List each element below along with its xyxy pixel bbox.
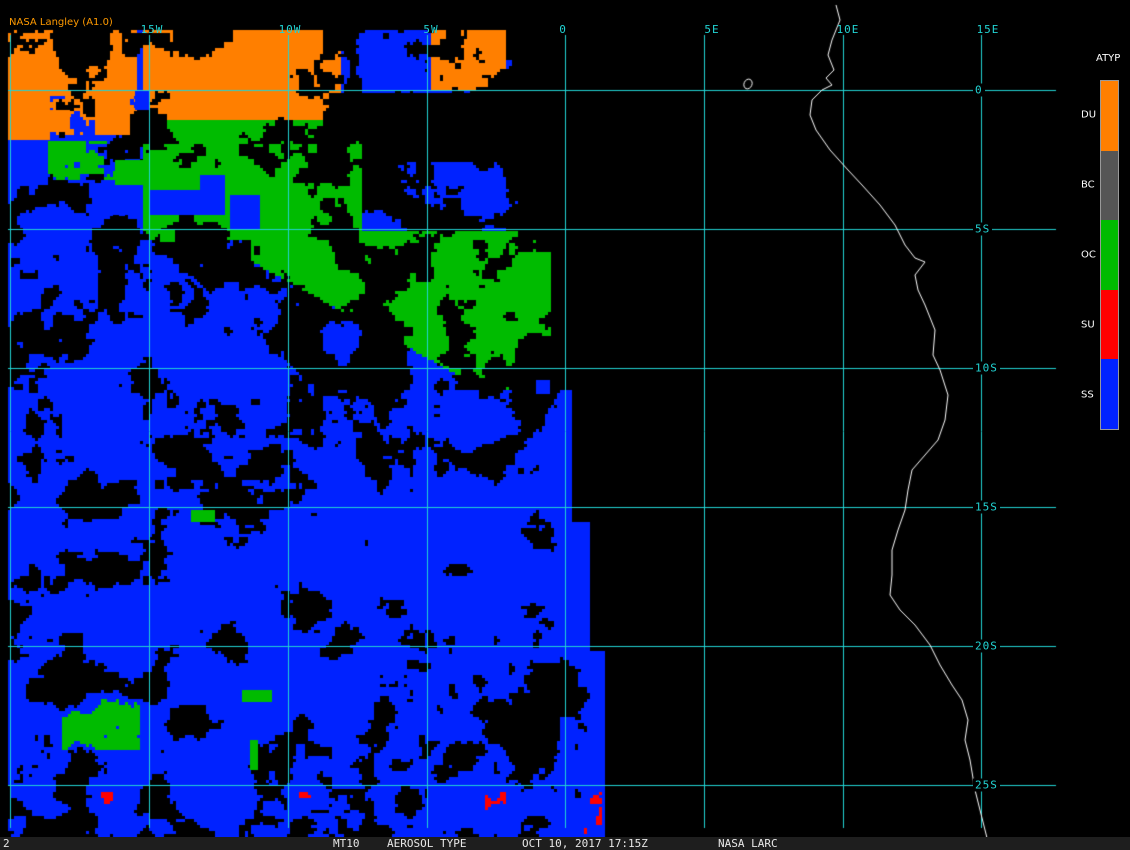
footer-corner: 2 <box>3 837 10 850</box>
legend-swatch-du <box>1101 81 1118 151</box>
lat-label-20s: 20S <box>973 639 1000 653</box>
lat-label-5s: 5S <box>973 222 993 236</box>
legend-label-bc: BC <box>1081 179 1095 191</box>
lat-label-25s: 25S <box>973 778 1000 792</box>
footer-source: NASA LARC <box>718 837 778 850</box>
footer-parameter: AEROSOL TYPE <box>387 837 467 850</box>
legend-color-bar <box>1100 80 1119 430</box>
legend-label-du: DU <box>1081 109 1097 121</box>
legend-label-su: SU <box>1081 319 1095 331</box>
lon-label-15e: 15E <box>976 23 1000 36</box>
status-footer: 2 MT10 AEROSOL TYPE OCT 10, 2017 17:15Z … <box>0 837 1130 850</box>
legend-swatch-su <box>1101 289 1118 360</box>
footer-product: MT10 <box>333 837 360 850</box>
legend-swatch-oc <box>1101 220 1118 290</box>
footer-datetime: OCT 10, 2017 17:15Z <box>522 837 648 850</box>
lat-label-10s: 10S <box>973 361 1000 375</box>
legend-label-oc: OC <box>1081 249 1096 261</box>
lon-label-10w: 10W <box>278 23 302 36</box>
credit-label: NASA Langley (A1.0) <box>9 17 113 28</box>
legend-swatch-ss <box>1101 359 1118 429</box>
lon-label-15w: 15W <box>140 23 164 36</box>
lon-label-0: 0 <box>559 23 567 36</box>
lat-label-0: 0 <box>973 83 985 97</box>
legend-title: ATYP <box>1096 53 1121 64</box>
legend-swatch-bc <box>1101 150 1118 221</box>
lon-label-5w: 5W <box>423 23 439 36</box>
aerosol-type-map <box>0 0 1130 850</box>
lon-label-10e: 10E <box>836 23 860 36</box>
lat-label-15s: 15S <box>973 500 1000 514</box>
lon-label-5e: 5E <box>704 23 720 36</box>
legend-label-ss: SS <box>1081 389 1094 401</box>
